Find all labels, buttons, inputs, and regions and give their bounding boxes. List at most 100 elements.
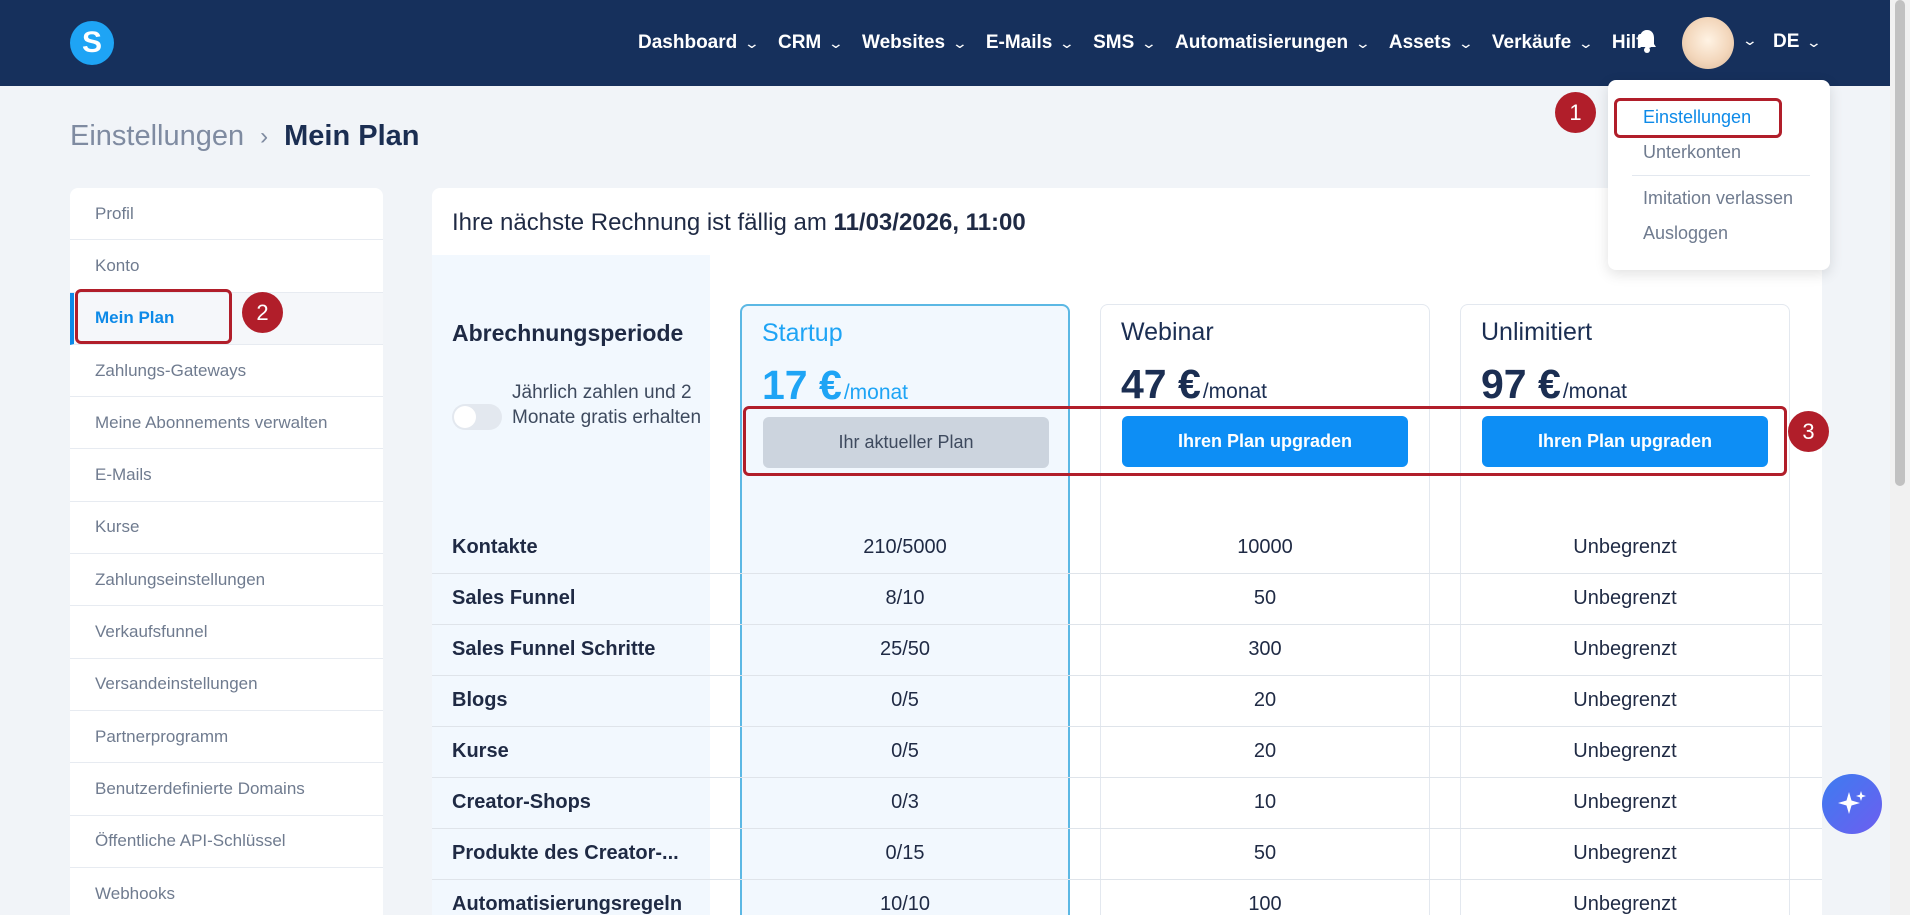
page-title: Mein Plan bbox=[284, 120, 420, 152]
plan-price-unit: /monat bbox=[1562, 380, 1628, 403]
feature-label: Kontakte bbox=[452, 536, 538, 558]
sidebar-item-label: Kurse bbox=[95, 517, 140, 537]
chevron-down-icon: ⌄ bbox=[951, 34, 969, 51]
feature-value: 50 bbox=[1253, 842, 1277, 864]
toggle-knob bbox=[454, 406, 476, 428]
feature-value: Unbegrenzt bbox=[1573, 893, 1677, 915]
feature-label: Creator-Shops bbox=[452, 791, 591, 813]
sidebar-item-label: Meine Abonnements verwalten bbox=[95, 412, 328, 432]
nav-label: Automatisierungen bbox=[1175, 32, 1349, 53]
sidebar-item-abonnements[interactable]: Meine Abonnements verwalten bbox=[70, 397, 383, 450]
nav-crm[interactable]: CRM ⌄ bbox=[778, 32, 844, 54]
feature-value: 0/3 bbox=[891, 791, 919, 813]
next-invoice-text: Ihre nächste Rechnung ist fällig am 11/0… bbox=[452, 209, 1026, 237]
table-row: Kontakte 210/5000 10000 Unbegrenzt bbox=[432, 522, 1822, 573]
chevron-down-icon: ⌄ bbox=[1354, 34, 1372, 51]
sidebar-item-label: E-Mails bbox=[95, 465, 152, 485]
table-row: Blogs 0/5 20 Unbegrenzt bbox=[432, 675, 1822, 726]
highlight-einstellungen bbox=[1614, 98, 1782, 138]
sidebar-item-label: Zahlungseinstellungen bbox=[95, 569, 266, 589]
chevron-down-icon: ⌄ bbox=[743, 34, 761, 51]
table-row: Automatisierungsregeln 10/10 100 Unbegrenzt bbox=[432, 879, 1822, 915]
sidebar-item-emails[interactable]: E-Mails bbox=[70, 449, 383, 502]
feature-value: Unbegrenzt bbox=[1573, 638, 1677, 660]
breadcrumb-parent[interactable]: Einstellungen bbox=[70, 120, 244, 153]
feature-label: Sales Funnel Schritte bbox=[452, 638, 656, 660]
sidebar-item-versandeinstellungen[interactable]: Versandeinstellungen bbox=[70, 659, 383, 711]
nav-assets[interactable]: Assets ⌄ bbox=[1389, 32, 1474, 54]
menu-item-imitation-verlassen[interactable]: Imitation verlassen bbox=[1643, 188, 1793, 209]
plan-panel: Ihre nächste Rechnung ist fällig am 11/0… bbox=[432, 188, 1822, 915]
menu-item-ausloggen[interactable]: Ausloggen bbox=[1643, 223, 1728, 244]
feature-value: 8/10 bbox=[885, 587, 925, 609]
chevron-down-icon: ⌄ bbox=[1058, 34, 1076, 51]
sidebar-item-domains[interactable]: Benutzerdefinierte Domains bbox=[70, 763, 383, 816]
sidebar-item-zahlungseinstellungen[interactable]: Zahlungseinstellungen bbox=[70, 554, 383, 607]
nav-verkaeufe[interactable]: Verkäufe ⌄ bbox=[1491, 32, 1594, 54]
feature-label: Blogs bbox=[452, 689, 508, 711]
feature-label: Produkte des Creator-... bbox=[452, 842, 679, 864]
feature-value: 300 bbox=[1248, 638, 1282, 660]
sidebar-item-label: Profil bbox=[95, 203, 134, 223]
chevron-down-icon: ⌄ bbox=[1140, 34, 1158, 51]
feature-value: 0/15 bbox=[885, 842, 925, 864]
feature-label: Automatisierungsregeln bbox=[452, 893, 683, 915]
app-logo[interactable]: S bbox=[70, 21, 114, 65]
sidebar-item-kurse[interactable]: Kurse bbox=[70, 502, 383, 555]
sidebar-item-zahlungs-gateways[interactable]: Zahlungs-Gateways bbox=[70, 345, 383, 398]
chevron-down-icon[interactable]: ⌄ bbox=[1742, 32, 1758, 49]
table-row: Creator-Shops 0/3 10 Unbegrenzt bbox=[432, 777, 1822, 828]
sidebar-item-profil[interactable]: Profil bbox=[70, 188, 383, 241]
nav-label: Dashboard bbox=[638, 32, 738, 53]
top-navbar: S Dashboard ⌄ CRM ⌄ Websites ⌄ E-Mails ⌄ SMS… bbox=[0, 0, 1890, 86]
yearly-billing-toggle[interactable] bbox=[452, 404, 502, 430]
table-row: Produkte des Creator-... 0/15 50 Unbegrenzt bbox=[432, 828, 1822, 879]
nav-label: Websites bbox=[862, 32, 946, 53]
scrollbar-thumb[interactable] bbox=[1895, 0, 1905, 486]
sidebar-item-api-keys[interactable]: Öffentliche API-Schlüssel bbox=[70, 816, 383, 868]
invoice-date: 11/03/2026, 11:00 bbox=[833, 209, 1026, 236]
sidebar-item-partnerprogramm[interactable]: Partnerprogramm bbox=[70, 711, 383, 764]
avatar[interactable] bbox=[1682, 17, 1734, 69]
feature-value: Unbegrenzt bbox=[1573, 536, 1677, 558]
feature-value: 0/5 bbox=[891, 740, 919, 762]
feature-value: 100 bbox=[1248, 893, 1282, 915]
page-scrollbar[interactable] bbox=[1890, 0, 1910, 915]
nav-dashboard[interactable]: Dashboard ⌄ bbox=[638, 32, 761, 54]
nav-automatisierungen[interactable]: Automatisierungen ⌄ bbox=[1175, 32, 1372, 54]
nav-label: Verkäufe bbox=[1491, 32, 1572, 53]
table-row: Sales Funnel 8/10 50 Unbegrenzt bbox=[432, 573, 1822, 624]
chevron-down-icon: ⌄ bbox=[1806, 33, 1823, 50]
sidebar-item-label: Webhooks bbox=[95, 883, 176, 903]
step-badge-3: 3 bbox=[1788, 411, 1829, 452]
plan-price: 17 €/monat bbox=[762, 362, 908, 409]
sidebar-item-konto[interactable]: Konto bbox=[70, 240, 383, 293]
nav-websites[interactable]: Websites ⌄ bbox=[862, 32, 969, 54]
sidebar-item-label: Verkaufsfunnel bbox=[95, 622, 208, 642]
feature-value: 10 bbox=[1253, 791, 1277, 813]
nav-sms[interactable]: SMS ⌄ bbox=[1093, 32, 1158, 54]
bell-icon[interactable] bbox=[1636, 28, 1658, 54]
highlight-plan-buttons bbox=[743, 406, 1787, 476]
sidebar-item-label: Öffentliche API-Schlüssel bbox=[95, 831, 286, 851]
plan-name: Webinar bbox=[1121, 318, 1214, 346]
step-badge-2: 2 bbox=[242, 292, 283, 333]
menu-item-unterkonten[interactable]: Unterkonten bbox=[1643, 142, 1741, 163]
language-selector[interactable]: DE ⌄ bbox=[1773, 31, 1823, 53]
plan-price-amount: 47 € bbox=[1121, 361, 1201, 407]
sidebar-item-webhooks[interactable]: Webhooks bbox=[70, 868, 383, 915]
sidebar-item-label: Zahlungs-Gateways bbox=[95, 360, 247, 380]
table-row: Sales Funnel Schritte 25/50 300 Unbegrenzt bbox=[432, 624, 1822, 675]
highlight-mein-plan bbox=[75, 289, 232, 344]
feature-label: Sales Funnel bbox=[452, 587, 576, 609]
sidebar-item-verkaufsfunnel[interactable]: Verkaufsfunnel bbox=[70, 606, 383, 659]
plan-name: Unlimitiert bbox=[1481, 318, 1593, 346]
sparkle-icon bbox=[1838, 791, 1866, 814]
feature-value: 25/50 bbox=[879, 638, 931, 660]
nav-emails[interactable]: E-Mails ⌄ bbox=[986, 32, 1076, 54]
menu-divider bbox=[1632, 175, 1810, 176]
yearly-billing-label: Jährlich zahlen und 2 Monate gratis erha… bbox=[512, 382, 702, 428]
feature-value: 20 bbox=[1253, 740, 1277, 762]
ai-assistant-button[interactable] bbox=[1822, 774, 1882, 834]
breadcrumb: Einstellungen › Mein Plan bbox=[70, 120, 420, 153]
